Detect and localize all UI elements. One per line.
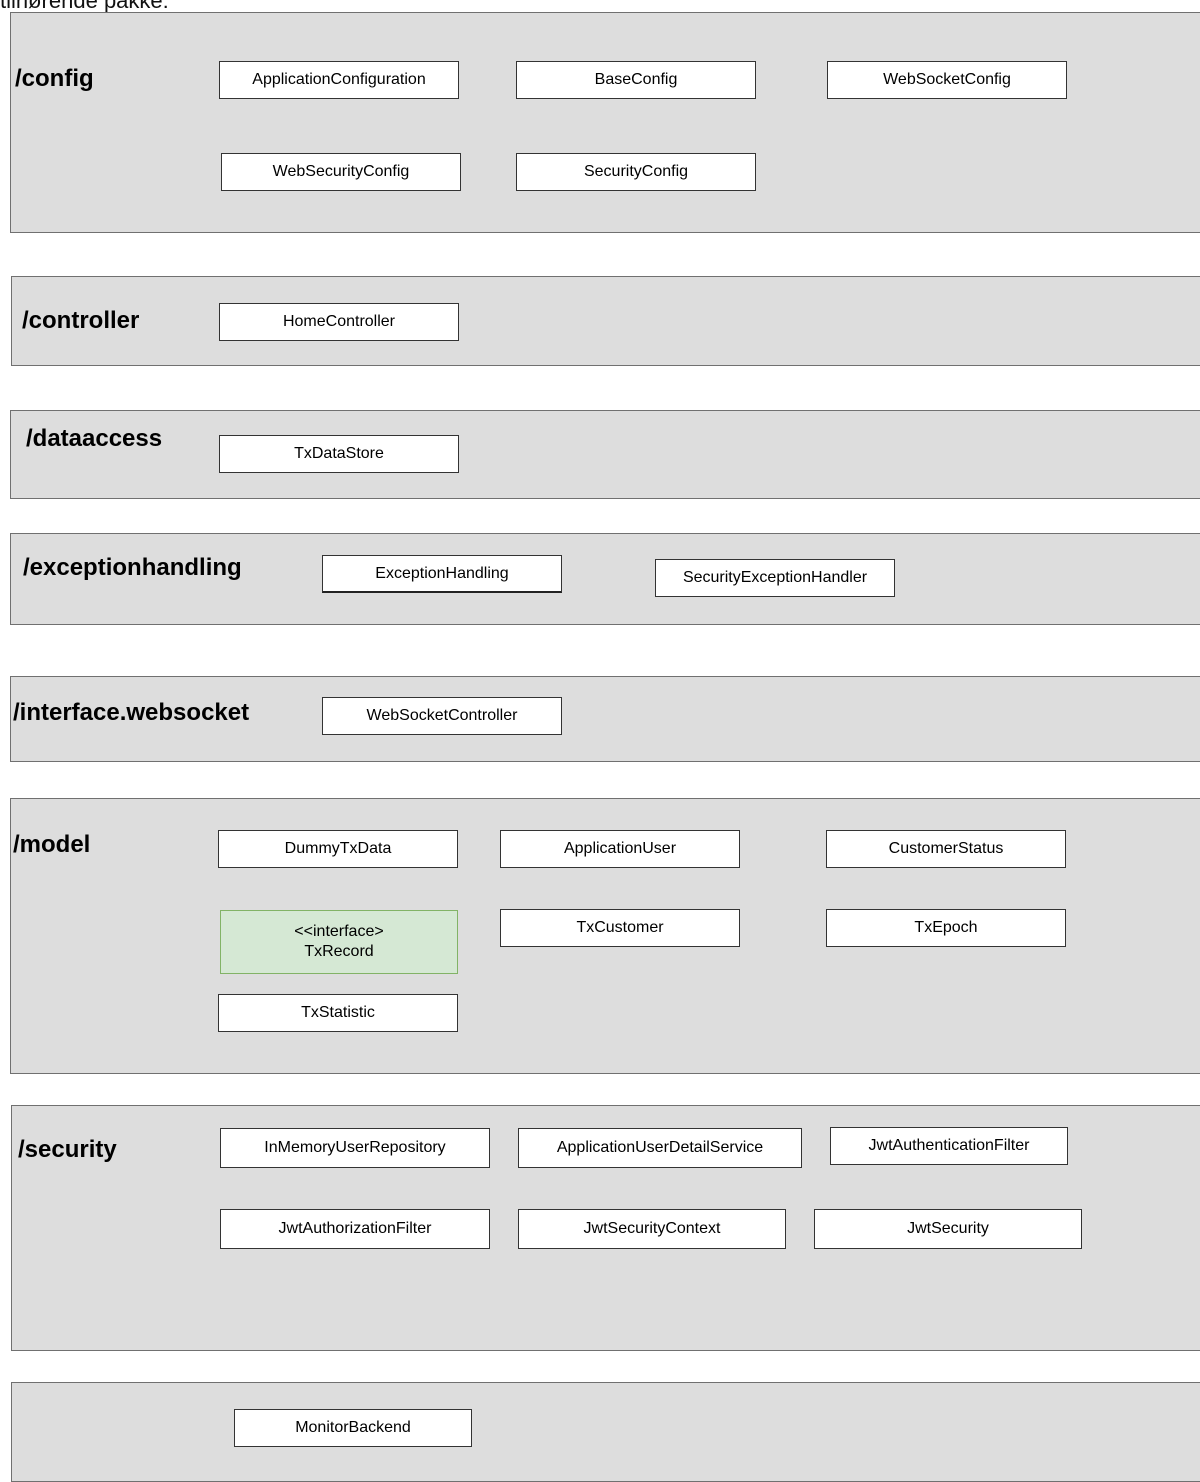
class-homecontroller[interactable]: HomeController <box>219 303 459 341</box>
package-config: /config ApplicationConfiguration BaseCon… <box>10 12 1200 233</box>
class-websocketcontroller[interactable]: WebSocketController <box>322 697 562 735</box>
class-jwtauthorizationfilter[interactable]: JwtAuthorizationFilter <box>220 1209 490 1249</box>
class-jwtsecurity[interactable]: JwtSecurity <box>814 1209 1082 1249</box>
package-controller: /controller HomeController <box>11 276 1200 366</box>
class-baseconfig[interactable]: BaseConfig <box>516 61 756 99</box>
class-jwtauthenticationfilter[interactable]: JwtAuthenticationFilter <box>830 1127 1068 1165</box>
package-label-controller: /controller <box>22 307 140 334</box>
class-txepoch[interactable]: TxEpoch <box>826 909 1066 947</box>
package-exceptionhandling: /exceptionhandling ExceptionHandling Sec… <box>10 533 1200 625</box>
package-security: /security InMemoryUserRepository Applica… <box>11 1105 1200 1351</box>
package-label-security: /security <box>18 1136 117 1163</box>
package-interface-websocket: /interface.websocket WebSocketController <box>10 676 1200 762</box>
class-customerstatus[interactable]: CustomerStatus <box>826 830 1066 868</box>
class-txcustomer[interactable]: TxCustomer <box>500 909 740 947</box>
package-label-config: /config <box>15 65 94 92</box>
class-applicationuserdetailservice[interactable]: ApplicationUserDetailService <box>518 1128 802 1168</box>
interface-stereotype: <<interface> <box>294 923 384 940</box>
package-label-dataaccess: /dataaccess <box>26 425 163 452</box>
package-label-exceptionhandling: /exceptionhandling <box>23 554 242 581</box>
class-websecurityconfig[interactable]: WebSecurityConfig <box>221 153 461 191</box>
class-txstatistic[interactable]: TxStatistic <box>218 994 458 1032</box>
interface-name: TxRecord <box>304 943 374 960</box>
class-applicationuser[interactable]: ApplicationUser <box>500 830 740 868</box>
package-root: MonitorBackend <box>11 1382 1200 1482</box>
package-model: /model DummyTxData ApplicationUser Custo… <box>10 798 1200 1074</box>
class-inmemoryuserrepository[interactable]: InMemoryUserRepository <box>220 1128 490 1168</box>
package-label-model: /model <box>13 831 91 858</box>
class-txdatastore[interactable]: TxDataStore <box>219 435 459 473</box>
package-label-websocket: /interface.websocket <box>13 699 250 726</box>
class-applicationconfiguration[interactable]: ApplicationConfiguration <box>219 61 459 99</box>
class-jwtsecuritycontext[interactable]: JwtSecurityContext <box>518 1209 786 1249</box>
package-dataaccess: /dataaccess TxDataStore <box>10 410 1200 499</box>
class-dummytxdata[interactable]: DummyTxData <box>218 830 458 868</box>
class-exceptionhandling[interactable]: ExceptionHandling <box>322 555 562 593</box>
class-securityconfig[interactable]: SecurityConfig <box>516 153 756 191</box>
class-websocketconfig[interactable]: WebSocketConfig <box>827 61 1067 99</box>
interface-txrecord[interactable]: <<interface> TxRecord <box>220 910 458 974</box>
class-securityexceptionhandler[interactable]: SecurityExceptionHandler <box>655 559 895 597</box>
class-monitorbackend[interactable]: MonitorBackend <box>234 1409 472 1447</box>
